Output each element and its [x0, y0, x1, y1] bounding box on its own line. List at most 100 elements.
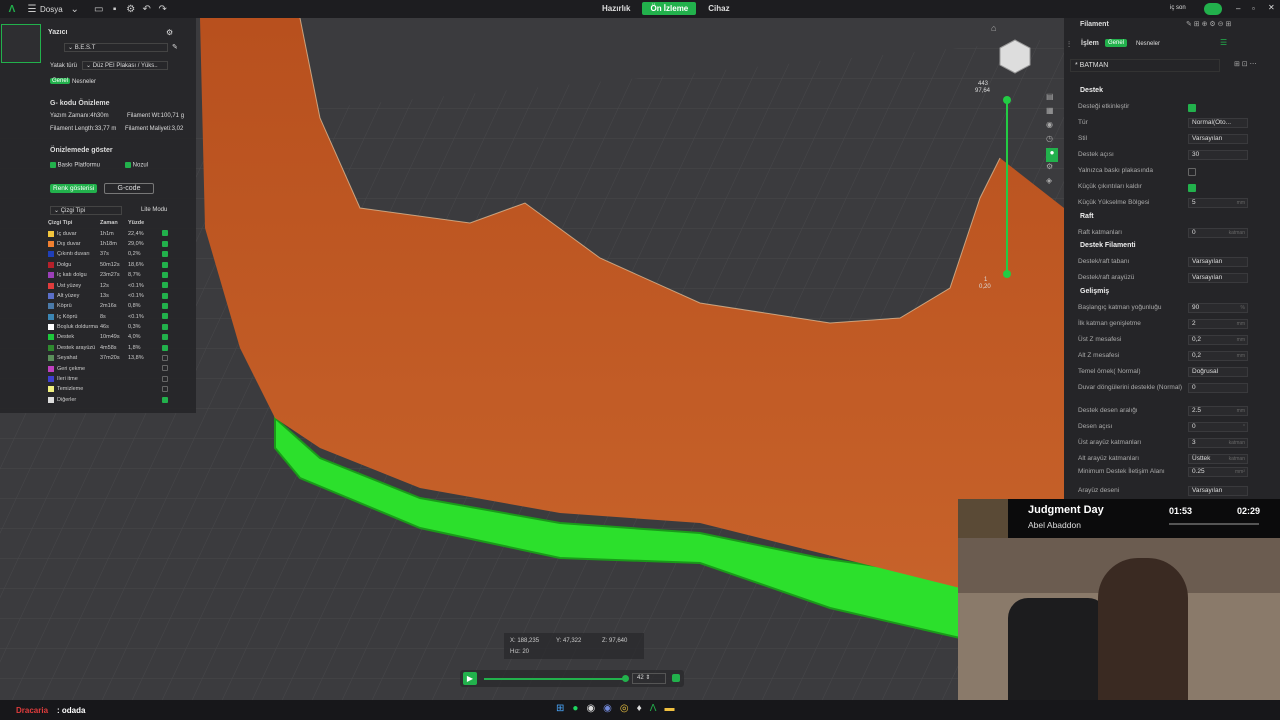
setting-select[interactable]: Varsayılan — [1188, 134, 1248, 144]
legend-row[interactable]: Diğerler — [48, 395, 190, 405]
bed-type-select[interactable]: ⌄ Düz PEI Plakası / Yüks.. — [82, 61, 168, 70]
clock-icon[interactable]: ◷ — [1046, 134, 1064, 148]
legend-visibility-checkbox[interactable] — [162, 365, 168, 372]
legend-row[interactable]: Temizleme — [48, 384, 190, 394]
setting-input[interactable]: 0,2 mm — [1188, 351, 1248, 361]
tab-device[interactable]: Cihaz — [700, 2, 737, 15]
progress-bar[interactable] — [1169, 523, 1259, 525]
legend-row[interactable]: Seyahat 37m20s 13,8% — [48, 353, 190, 363]
cloud-sync-icon[interactable] — [1204, 3, 1222, 15]
show-bed-toggle[interactable]: Baskı Platformu — [50, 162, 100, 169]
right-tab-objects[interactable]: Nesneler — [1136, 41, 1160, 47]
filament-add-icon[interactable]: ✎ ⊞ ⊕ ⚙ ⊝ ⊞ — [1186, 20, 1231, 28]
close-icon[interactable]: ✕ — [1268, 3, 1275, 12]
active-view-icon[interactable]: ● — [1046, 148, 1058, 162]
legend-visibility-checkbox[interactable] — [162, 261, 168, 268]
layer-slider-top-handle[interactable] — [1003, 96, 1011, 104]
stop-icon[interactable] — [672, 674, 680, 682]
home-icon[interactable]: ⌂ — [991, 23, 996, 33]
setting-select[interactable]: Normal(Oto... — [1188, 118, 1248, 128]
legend-row[interactable]: Dolgu 50m12s 18,6% — [48, 260, 190, 270]
tab-prepare[interactable]: Hazırlık — [594, 2, 638, 15]
line-type-select[interactable]: ⌄ Çizgi Tipi — [50, 206, 122, 215]
file-explorer-icon[interactable]: ▬ — [664, 703, 674, 714]
grid-icon[interactable]: ▦ — [1046, 106, 1064, 120]
minimize-icon[interactable]: – — [1236, 4, 1240, 13]
windows-start-icon[interactable]: ⊞ — [556, 703, 564, 714]
legend-row[interactable]: Destek 10m49s 4,0% — [48, 332, 190, 342]
lite-mode-toggle[interactable]: Lite Modu — [141, 207, 167, 213]
setting-checkbox[interactable] — [1188, 168, 1196, 176]
setting-input[interactable]: 2.5 mm — [1188, 406, 1248, 416]
legend-row[interactable]: Boşluk doldurma 46s 0,3% — [48, 322, 190, 332]
layer-slider[interactable] — [484, 678, 626, 680]
settings-icon[interactable]: ⚙ — [1046, 162, 1064, 176]
setting-input[interactable]: 0.25 mm² — [1188, 467, 1248, 477]
chevron-down-icon[interactable]: ⌄ — [67, 0, 83, 18]
legend-row[interactable]: Geri çekme — [48, 363, 190, 373]
maximize-icon[interactable]: ▫ — [1252, 4, 1255, 13]
legend-row[interactable]: Dış duvar 1h18m 29,0% — [48, 239, 190, 249]
legend-row[interactable]: İleri itme — [48, 374, 190, 384]
preset-select[interactable]: * BATMAN — [1070, 59, 1220, 72]
legend-visibility-checkbox[interactable] — [162, 375, 168, 382]
discord-icon[interactable]: ◉ — [603, 703, 612, 714]
setting-input[interactable]: 0 — [1188, 383, 1248, 393]
layer-slider-handle[interactable] — [622, 675, 629, 682]
left-tab-general[interactable]: Genel — [50, 78, 71, 84]
layer-input[interactable]: 42 ⇕ — [632, 673, 666, 684]
app-icon[interactable]: ♦ — [637, 703, 642, 714]
setting-input[interactable]: 0,2 mm — [1188, 335, 1248, 345]
setting-input[interactable]: Doğrusal — [1188, 367, 1248, 377]
save-icon[interactable]: ▪ — [107, 0, 123, 18]
legend-row[interactable]: Alt yüzey 13s <0.1% — [48, 291, 190, 301]
tab-preview[interactable]: Ön İzleme — [642, 2, 697, 15]
preset-save-icon[interactable]: ⊞ ⊡ ⋯ — [1234, 60, 1257, 68]
legend-visibility-checkbox[interactable] — [162, 396, 168, 403]
legend-visibility-checkbox[interactable] — [162, 303, 168, 310]
setting-input[interactable]: Varsayılan — [1188, 486, 1248, 496]
list-view-icon[interactable]: ☰ — [1220, 38, 1227, 47]
setting-input[interactable]: 5 mm — [1188, 198, 1248, 208]
setting-input[interactable]: 3 katman — [1188, 438, 1248, 448]
setting-select[interactable]: Varsayılan — [1188, 273, 1248, 283]
edit-printer-icon[interactable]: ✎ — [172, 43, 178, 51]
setting-input[interactable]: 2 mm — [1188, 319, 1248, 329]
legend-visibility-checkbox[interactable] — [162, 344, 168, 351]
printer-select[interactable]: ⌄ B.E.S.T — [64, 43, 168, 52]
legend-row[interactable]: Köprü 2m16s 0,8% — [48, 301, 190, 311]
objects-icon[interactable]: ◈ — [1046, 176, 1064, 190]
legend-visibility-checkbox[interactable] — [162, 323, 168, 330]
undo-icon[interactable]: ↶ — [139, 0, 155, 18]
layers-icon[interactable]: ▤ — [1046, 92, 1064, 106]
setting-select[interactable]: Varsayılan — [1188, 257, 1248, 267]
slicer-app-icon[interactable]: Λ — [650, 703, 657, 714]
setting-checkbox[interactable] — [1188, 104, 1196, 112]
setting-input[interactable]: Üsttek katman — [1188, 454, 1248, 464]
show-nozzle-toggle[interactable]: Nozul — [125, 162, 148, 169]
redo-icon[interactable]: ↷ — [155, 0, 171, 18]
legend-visibility-checkbox[interactable] — [162, 282, 168, 289]
left-tab-objects[interactable]: Nesneler — [72, 79, 96, 85]
file-menu[interactable]: Dosya — [40, 5, 63, 14]
play-button[interactable]: ▶ — [463, 672, 477, 685]
legend-row[interactable]: İç katı dolgu 23m27s 8,7% — [48, 270, 190, 280]
legend-visibility-checkbox[interactable] — [162, 355, 168, 362]
setting-checkbox[interactable] — [1188, 184, 1196, 192]
setting-input[interactable]: 0 katman — [1188, 228, 1248, 238]
legend-row[interactable]: İç Köprü 8s <0.1% — [48, 312, 190, 322]
printer-settings-icon[interactable]: ⚙ — [166, 28, 173, 37]
legend-visibility-checkbox[interactable] — [162, 386, 168, 393]
legend-visibility-checkbox[interactable] — [162, 230, 168, 237]
hamburger-icon[interactable]: ☰ — [24, 0, 40, 18]
folder-icon[interactable]: ▭ — [91, 0, 107, 18]
printer-thumbnail[interactable] — [1, 24, 41, 63]
setting-input[interactable]: 0 ° — [1188, 422, 1248, 432]
gear-icon[interactable]: ⚙ — [123, 0, 139, 18]
legend-visibility-checkbox[interactable] — [162, 334, 168, 341]
user-label[interactable]: iç son — [1170, 5, 1186, 11]
legend-row[interactable]: İç duvar 1h1m 22,4% — [48, 228, 190, 238]
color-show-button[interactable]: Renk gösterisi — [50, 184, 98, 193]
legend-row[interactable]: Destek arayüzü 4m58s 1,8% — [48, 343, 190, 353]
legend-visibility-checkbox[interactable] — [162, 313, 168, 320]
